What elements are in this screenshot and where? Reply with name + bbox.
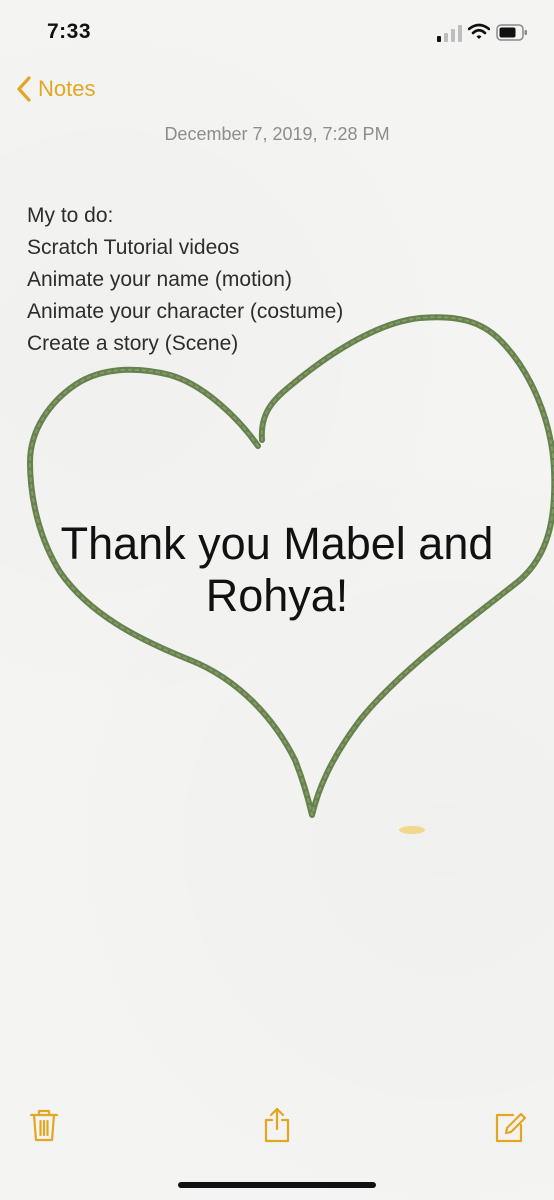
status-time: 7:33 — [47, 20, 92, 43]
yellow-mark — [399, 826, 425, 834]
wifi-icon — [468, 23, 490, 39]
status-bar: 7:33 — [0, 0, 554, 66]
back-label: Notes — [38, 76, 96, 101]
handwritten-thanks-text: Thank you Mabel and Rohya! — [0, 518, 554, 622]
back-to-notes-button[interactable]: Notes — [14, 72, 95, 106]
compose-icon[interactable] — [493, 1106, 527, 1144]
note-date: December 7, 2019, 7:28 PM — [164, 124, 390, 144]
cellular-signal-icon — [437, 25, 462, 42]
thanks-line-1: Thank you Mabel and — [60, 518, 494, 569]
bottom-toolbar — [0, 1100, 554, 1160]
note-line: Scratch Tutorial videos — [27, 236, 240, 259]
share-icon[interactable] — [260, 1106, 294, 1144]
trash-icon[interactable] — [27, 1106, 61, 1144]
home-indicator[interactable] — [178, 1182, 376, 1188]
thanks-line-2: Rohya! — [205, 570, 349, 621]
note-line: My to do: — [27, 204, 114, 227]
battery-icon — [496, 24, 527, 41]
chevron-left-icon — [17, 76, 31, 102]
note-line: Animate your name (motion) — [27, 268, 292, 291]
